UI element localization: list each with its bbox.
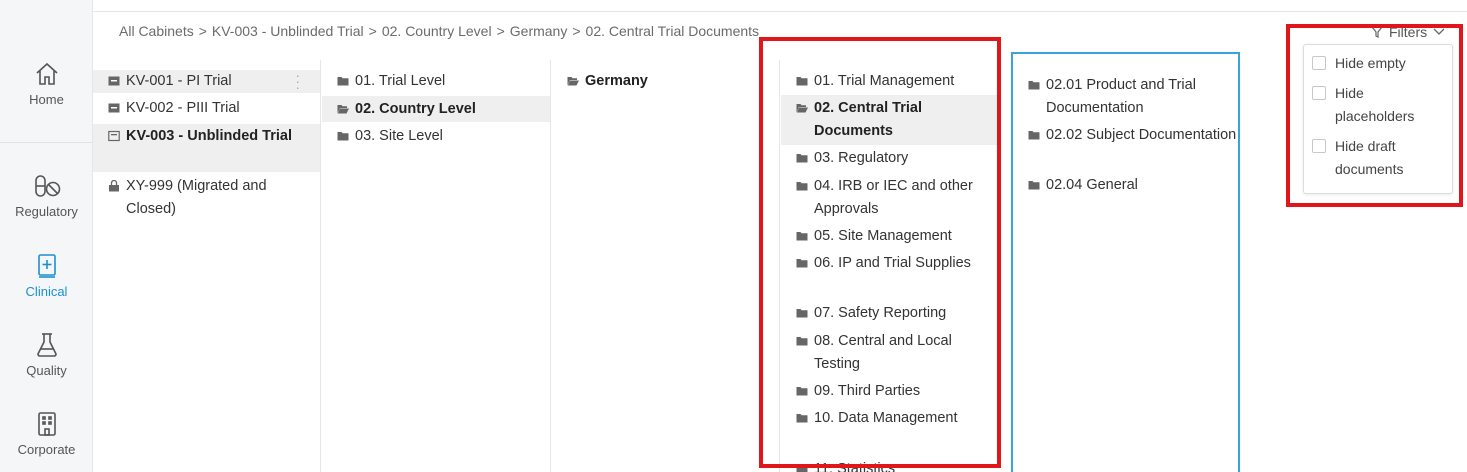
breadcrumb-item[interactable]: 02. Country Level: [382, 23, 492, 39]
cabinet-icon: [108, 76, 120, 86]
nav-corporate-label: Corporate: [17, 442, 76, 457]
cabinet-icon: [108, 103, 120, 113]
breadcrumb-item[interactable]: Germany: [510, 23, 568, 39]
nav-regulatory-label: Regulatory: [15, 204, 78, 219]
nav-clinical[interactable]: Clinical: [0, 252, 93, 299]
breadcrumb-item[interactable]: KV-003 - Unblinded Trial: [212, 23, 364, 39]
filters-highlight-box: [1286, 24, 1463, 207]
list-item[interactable]: 02.04 General: [1013, 174, 1238, 197]
list-item-selected[interactable]: KV-003 - Unblinded Trial: [93, 124, 320, 172]
list-item-selected[interactable]: Germany: [552, 70, 779, 94]
folder-icon: [1028, 131, 1040, 140]
breadcrumb-separator: >: [496, 23, 505, 39]
folder-icon: [337, 77, 349, 86]
sections-highlight-box: [759, 37, 1001, 468]
pill-icon: [34, 175, 60, 197]
column-cabinets: KV-001 - PI Trial · · · KV-002 - PIII Tria…: [93, 60, 321, 472]
breadcrumb-current: 02. Central Trial Documents: [585, 23, 760, 39]
list-item-label: KV-003 - Unblinded Trial: [126, 128, 292, 144]
breadcrumb-separator: >: [368, 23, 377, 39]
nav-regulatory[interactable]: Regulatory: [0, 172, 93, 219]
list-item-label: 02.04 General: [1046, 177, 1138, 193]
list-item-label: Germany: [585, 73, 648, 89]
breadcrumb-separator: >: [198, 23, 207, 39]
list-item[interactable]: KV-001 - PI Trial · · ·: [93, 68, 320, 94]
left-navigation: Home Regulatory Clinical Quality Corpora…: [0, 0, 93, 472]
column-countries: Germany: [552, 60, 780, 472]
list-item[interactable]: XY-999 (Migrated and Closed): [93, 175, 320, 220]
building-icon: [37, 412, 56, 436]
cabinet-open-icon: [108, 130, 120, 142]
column-subsections: 02.01 Product and Trial Documentation 02…: [1011, 52, 1240, 472]
list-item-label: 01. Trial Level: [355, 73, 446, 89]
list-item-label: XY-999 (Migrated and Closed): [126, 178, 267, 217]
list-item[interactable]: 02.01 Product and Trial Documentation: [1013, 74, 1238, 119]
list-item-label: KV-002 - PIII Trial: [126, 100, 240, 116]
folder-icon: [1028, 181, 1040, 190]
nav-quality[interactable]: Quality: [0, 331, 93, 378]
folder-icon: [1028, 81, 1040, 90]
top-divider: [93, 11, 1467, 12]
flask-icon: [36, 333, 57, 357]
column-levels: 01. Trial Level 02. Country Level 03. Si…: [322, 60, 551, 472]
breadcrumb-item[interactable]: All Cabinets: [119, 23, 194, 39]
nav-clinical-label: Clinical: [25, 284, 68, 299]
nav-corporate[interactable]: Corporate: [0, 410, 93, 457]
folder-open-icon: [567, 77, 579, 86]
folder-open-icon: [337, 105, 349, 114]
nav-home[interactable]: Home: [0, 60, 93, 107]
more-options-icon[interactable]: · · ·: [295, 68, 300, 94]
list-item[interactable]: 01. Trial Level: [322, 70, 550, 93]
nav-divider: [0, 142, 93, 143]
list-item-label: KV-001 - PI Trial: [126, 73, 232, 89]
list-item-label: 02.02 Subject Documentation: [1046, 127, 1237, 143]
home-icon: [35, 62, 58, 85]
medical-book-icon: [37, 254, 56, 278]
list-item-label: 03. Site Level: [355, 128, 443, 144]
list-item[interactable]: KV-002 - PIII Trial: [93, 97, 320, 120]
list-item[interactable]: 02.02 Subject Documentation: [1013, 124, 1238, 147]
breadcrumb-separator: >: [572, 23, 581, 39]
list-item[interactable]: 03. Site Level: [322, 125, 550, 148]
breadcrumb: All Cabinets > KV-003 - Unblinded Trial >02…: [119, 23, 759, 39]
list-item-label: 02. Country Level: [355, 101, 476, 117]
nav-quality-label: Quality: [26, 363, 67, 378]
nav-home-label: Home: [29, 92, 64, 107]
locked-cabinet-icon: [109, 180, 119, 192]
list-item-label: 02.01 Product and Trial Documentation: [1046, 77, 1196, 116]
list-item-selected[interactable]: 02. Country Level: [322, 96, 550, 122]
folder-icon: [337, 132, 349, 141]
